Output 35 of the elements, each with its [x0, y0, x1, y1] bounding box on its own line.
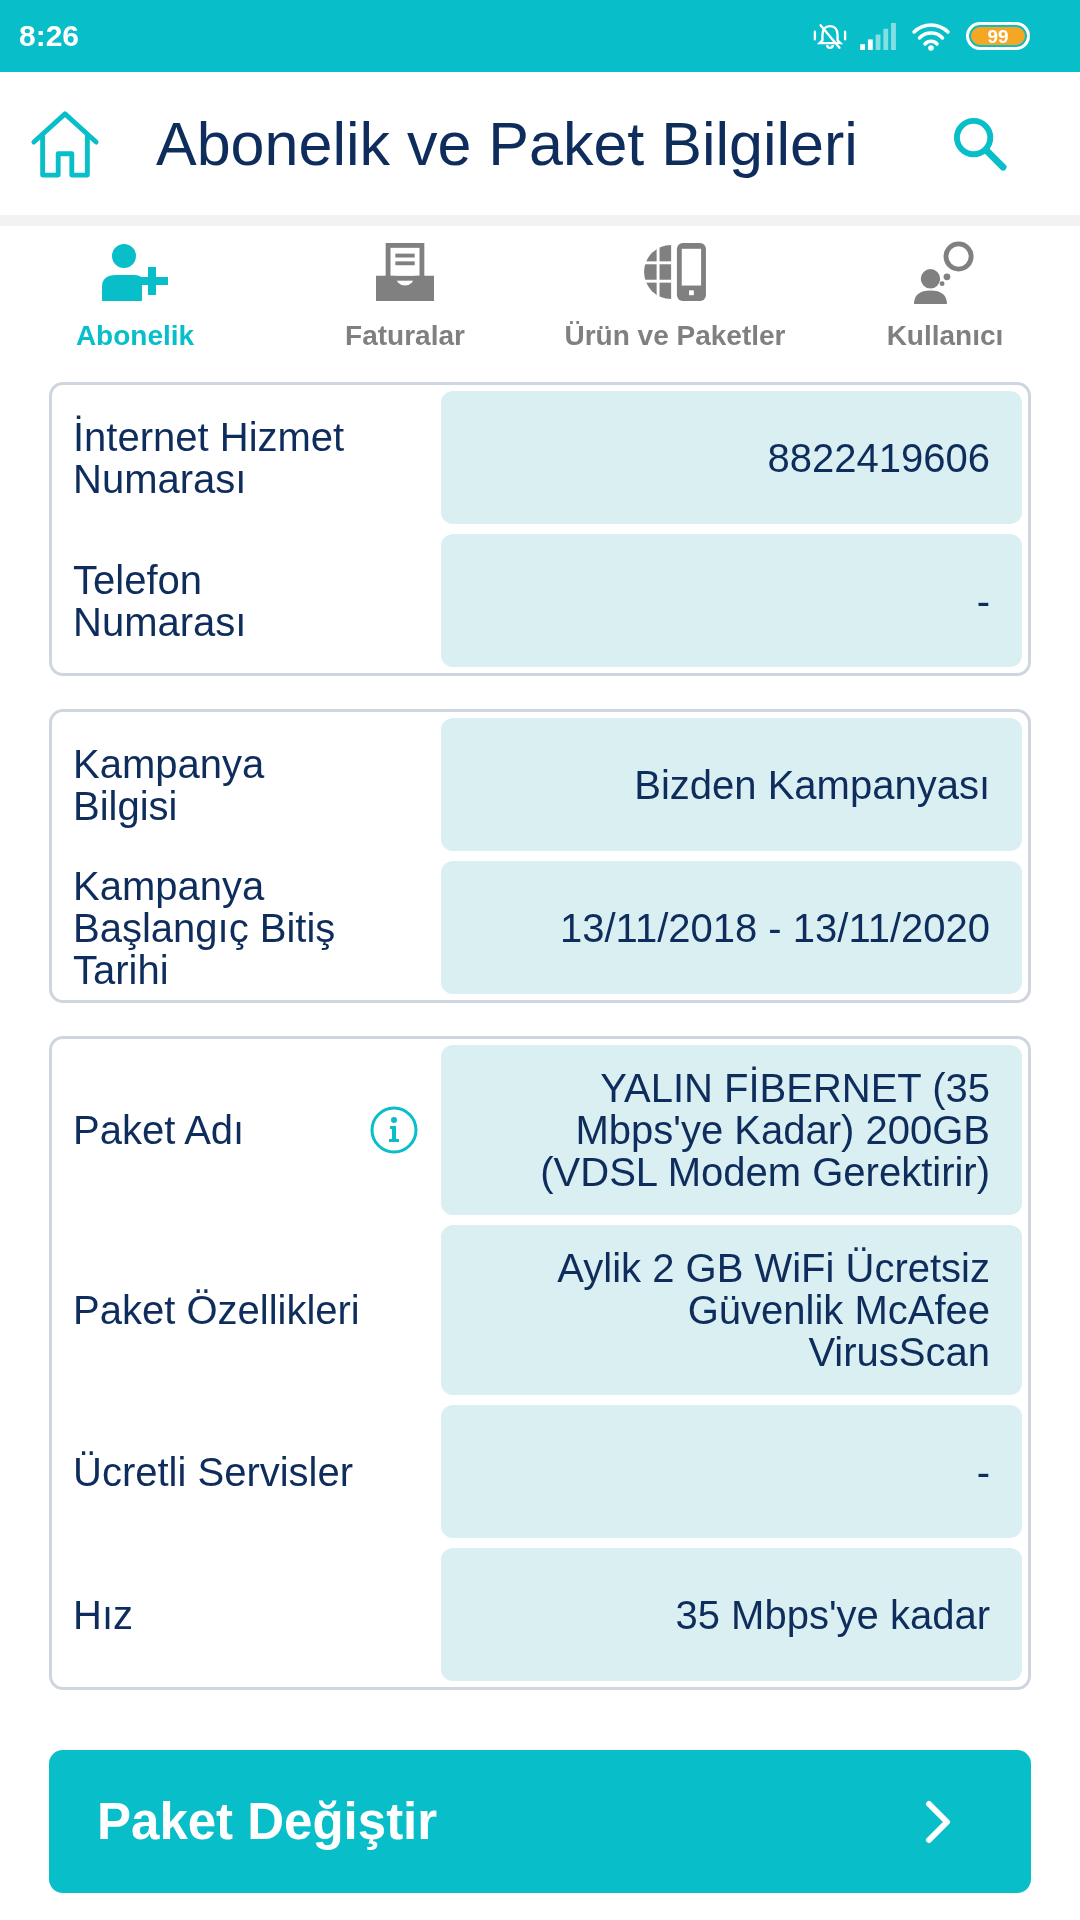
user-chat-icon — [914, 240, 976, 304]
field-label: Paket Adı — [73, 1109, 245, 1151]
value-field: 8822419606 — [441, 391, 1022, 524]
field-label: Paket Özellikleri — [73, 1289, 360, 1331]
value-field: Aylik 2 GB WiFi Ücretsiz Güvenlik McAfee VirusScan — [441, 1225, 1022, 1395]
value-field: 13/11/2018 - 13/11/2020 — [441, 861, 1022, 994]
value-field: Bizden Kampanyası — [441, 718, 1022, 851]
globe-phone-icon — [644, 243, 706, 301]
document-tray-icon — [376, 243, 434, 301]
field-label: Hız — [73, 1593, 133, 1636]
tab[interactable]: Abonelik — [0, 226, 270, 382]
home-icon[interactable] — [30, 108, 100, 179]
value-field: - — [441, 1405, 1022, 1538]
page-title: Abonelik ve Paket Bilgileri — [156, 108, 858, 180]
field-label: Kampanya Bilgisi — [73, 742, 266, 827]
battery-indicator: 99 — [966, 22, 1030, 50]
person-plus-icon — [102, 243, 168, 301]
value-field: - — [441, 534, 1022, 667]
signal-icon — [860, 22, 899, 50]
bell-off-icon — [813, 22, 847, 50]
wifi-icon — [911, 21, 951, 51]
change-package-button[interactable]: Paket Değiştir — [49, 1750, 1031, 1893]
tab[interactable]: Kullanıcı — [810, 226, 1080, 382]
search-icon[interactable] — [952, 116, 1007, 171]
chevron-right-icon — [925, 1799, 951, 1844]
value-field: YALIN FİBERNET (35 Mbps'ye Kadar) 200GB (VDSL Modem Gerektirir) — [441, 1045, 1022, 1215]
field-label: İnternet Hizmet Numarası — [73, 415, 346, 500]
info-icon[interactable] — [370, 1106, 418, 1154]
status-time: 8:26 — [19, 21, 80, 51]
field-label: Telefon Numarası — [73, 558, 248, 643]
value-field: 35 Mbps'ye kadar — [441, 1548, 1022, 1681]
tab[interactable]: Faturalar — [270, 226, 540, 382]
field-label: Kampanya Başlangıç Bitiş Tarihi — [73, 864, 337, 991]
tab[interactable]: Ürün ve Paketler — [540, 226, 810, 382]
field-label: Ücretli Servisler — [73, 1450, 354, 1493]
